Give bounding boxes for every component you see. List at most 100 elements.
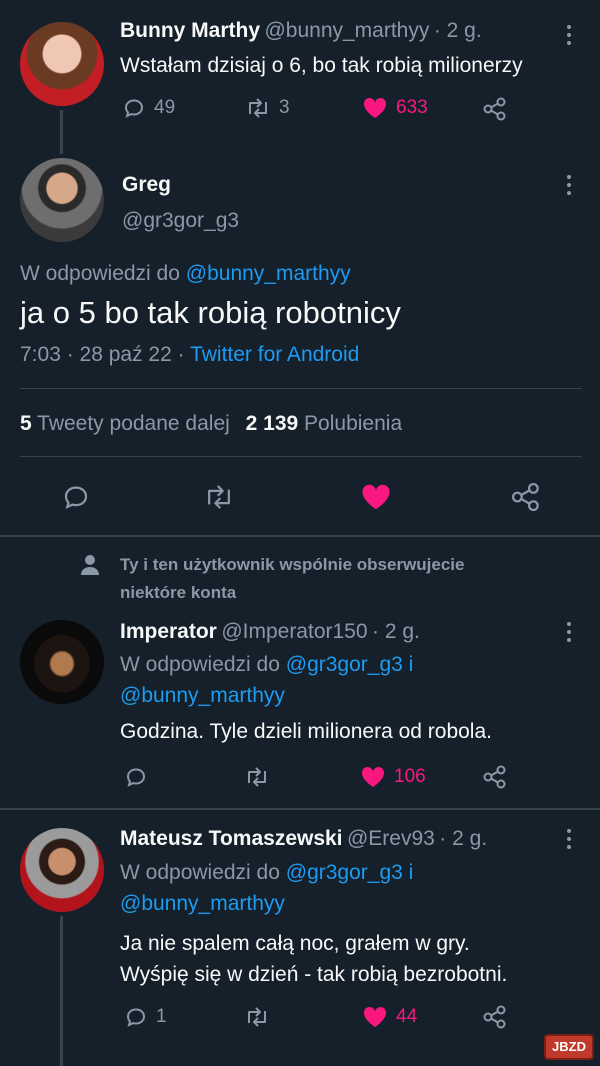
avatar-greg[interactable] [20, 158, 104, 242]
tweet1-share-button[interactable] [482, 96, 508, 122]
reply1-author-handle[interactable]: @Imperator150 [221, 620, 367, 643]
reply2-header: Mateusz Tomaszewski @Erev93 · 2 g. [120, 827, 487, 851]
reply2-like-count: 44 [396, 1006, 418, 1027]
reply1-text: Godzina. Tyle dzieli milionera od robola… [120, 720, 492, 743]
thread-line [60, 110, 63, 154]
main-stats: 5 Tweety podane dalej 2 139 Polubienia [20, 412, 402, 436]
reply-icon [122, 96, 146, 120]
reply-context-and: i [408, 653, 414, 676]
retweet-icon [244, 765, 270, 789]
main-like-button[interactable] [360, 482, 392, 512]
reply-context-link[interactable]: @gr3gor_g3 [286, 861, 403, 884]
tweet1-retweet-button[interactable]: 3 [245, 96, 290, 120]
like-stat-count: 2 139 [245, 412, 299, 435]
reply2-share-button[interactable] [482, 1004, 508, 1030]
reply1-author-name[interactable]: Imperator [120, 620, 217, 643]
reply-icon [124, 1005, 148, 1029]
like-stat[interactable]: 2 139 Polubienia [246, 412, 403, 435]
retweet-icon [244, 1005, 270, 1029]
main-author-name[interactable]: Greg [122, 173, 171, 197]
reply2-more-icon[interactable] [565, 829, 573, 853]
reply-context-link[interactable]: @bunny_marthyy [120, 684, 285, 707]
reply2-reply-context: W odpowiedzi do @gr3gor_g3 i @bunny_mart… [120, 857, 560, 919]
reply-context-link[interactable]: @bunny_marthyy [120, 892, 285, 915]
avatar-bunny-marthy[interactable] [20, 22, 104, 106]
reply1-reply-context: W odpowiedzi do @gr3gor_g3 i @bunny_mart… [120, 649, 560, 711]
reply2-author-name[interactable]: Mateusz Tomaszewski [120, 827, 343, 850]
retweet-icon [245, 96, 271, 120]
reply1-retweet-button[interactable] [244, 765, 270, 789]
tweet1-timestamp[interactable]: · 2 g. [434, 19, 482, 42]
social-context-line2: niektóre konta [120, 583, 237, 602]
reply1-share-button[interactable] [482, 764, 508, 790]
section-divider [0, 535, 600, 537]
tweet1-author-handle[interactable]: @bunny_marthyy [264, 19, 429, 42]
reply2-reply-count: 1 [156, 1006, 167, 1027]
social-context: Ty i ten użytkownik wspólnie obserwujeci… [120, 551, 464, 607]
reply2-author-handle[interactable]: @Erev93 [347, 827, 435, 850]
reply2-text-line2: Wyśpię się w dzień - tak robią bezrobotn… [120, 963, 508, 986]
tweet1-like-button[interactable]: 633 [362, 96, 428, 120]
reply1-like-button[interactable]: 106 [360, 765, 426, 789]
tweet1-like-count: 633 [396, 97, 428, 118]
thread-line [60, 916, 63, 1066]
avatar-mateusz-tomaszewski[interactable] [20, 828, 104, 912]
retweet-stat-count: 5 [20, 412, 32, 435]
reply1-header: Imperator @Imperator150 · 2 g. [120, 620, 420, 644]
heart-icon [362, 96, 388, 120]
retweet-stat-label: Tweety podane dalej [37, 412, 230, 435]
reply-context-prefix: W odpowiedzi do [120, 653, 280, 676]
reply-context-link[interactable]: @gr3gor_g3 [286, 653, 403, 676]
watermark-logo: JBZD [544, 1034, 594, 1060]
tweet1-reply-button[interactable]: 49 [122, 96, 175, 120]
main-more-icon[interactable] [565, 175, 573, 199]
person-icon [80, 554, 100, 576]
retweet-stat[interactable]: 5 Tweety podane dalej [20, 412, 236, 435]
section-divider [0, 808, 600, 810]
heart-icon [362, 1005, 388, 1029]
share-icon [510, 481, 542, 513]
reply1-like-count: 106 [394, 766, 426, 787]
reply-icon [124, 765, 148, 789]
tweet1-reply-count: 49 [154, 97, 176, 118]
heart-icon [360, 482, 392, 512]
share-icon [482, 96, 508, 122]
main-date[interactable]: 7:03 · 28 paź 22 · [20, 343, 185, 366]
watermark-text: JBZD [552, 1039, 586, 1054]
reply2-like-button[interactable]: 44 [362, 1005, 417, 1029]
reply2-reply-button[interactable]: 1 [124, 1005, 167, 1029]
reply1-timestamp[interactable]: · 2 g. [372, 620, 420, 643]
tweet1-text: Wstałam dzisiaj o 6, bo tak robią milion… [120, 54, 523, 77]
reply2-timestamp[interactable]: · 2 g. [439, 827, 487, 850]
retweet-icon [203, 482, 235, 512]
reply1-reply-button[interactable] [124, 765, 148, 789]
main-tweet-text: ja o 5 bo tak robią robotnicy [20, 295, 401, 330]
main-author-handle[interactable]: @gr3gor_g3 [122, 209, 239, 233]
like-stat-label: Polubienia [304, 412, 403, 435]
reply-context-and: i [408, 861, 414, 884]
divider [20, 388, 582, 389]
main-source-link[interactable]: Twitter for Android [190, 343, 359, 366]
main-share-button[interactable] [510, 481, 542, 513]
tweet1-header: Bunny Marthy @bunny_marthyy · 2 g. [120, 19, 482, 43]
tweet1-author-name[interactable]: Bunny Marthy [120, 19, 260, 42]
reply-context-prefix: W odpowiedzi do [120, 861, 280, 884]
heart-icon [360, 765, 386, 789]
social-context-line1: Ty i ten użytkownik wspólnie obserwujeci… [120, 555, 465, 574]
main-reply-button[interactable] [61, 482, 91, 512]
share-icon [482, 764, 508, 790]
main-retweet-button[interactable] [203, 482, 235, 512]
main-meta: 7:03 · 28 paź 22 · Twitter for Android [20, 343, 359, 367]
share-icon [482, 1004, 508, 1030]
reply2-text-line1: Ja nie spalem całą noc, grałem w gry. [120, 932, 470, 955]
reply-context-prefix: W odpowiedzi do [20, 262, 180, 285]
main-reply-context: W odpowiedzi do @bunny_marthyy [20, 262, 351, 286]
divider [20, 456, 582, 457]
avatar-imperator[interactable] [20, 620, 104, 704]
tweet1-retweet-count: 3 [279, 97, 290, 118]
reply2-text: Ja nie spalem całą noc, grałem w gry. Wy… [120, 928, 507, 990]
tweet1-more-icon[interactable] [565, 25, 573, 49]
reply1-more-icon[interactable] [565, 622, 573, 646]
reply2-retweet-button[interactable] [244, 1005, 270, 1029]
reply-context-link[interactable]: @bunny_marthyy [186, 262, 351, 285]
